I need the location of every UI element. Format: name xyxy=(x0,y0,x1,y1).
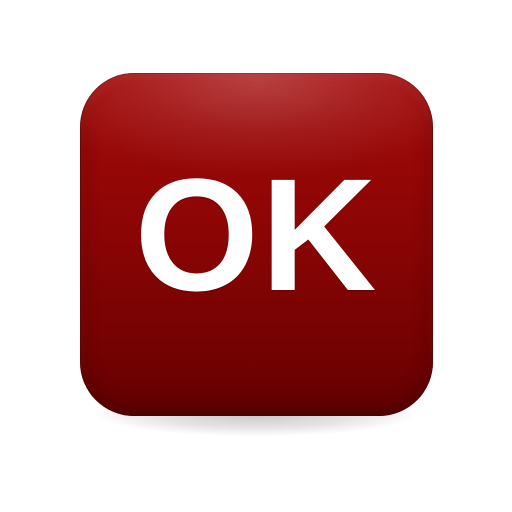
ok-button[interactable]: OK xyxy=(80,73,433,416)
icon-canvas: OK xyxy=(0,0,512,512)
ok-button-label: OK xyxy=(134,144,379,324)
